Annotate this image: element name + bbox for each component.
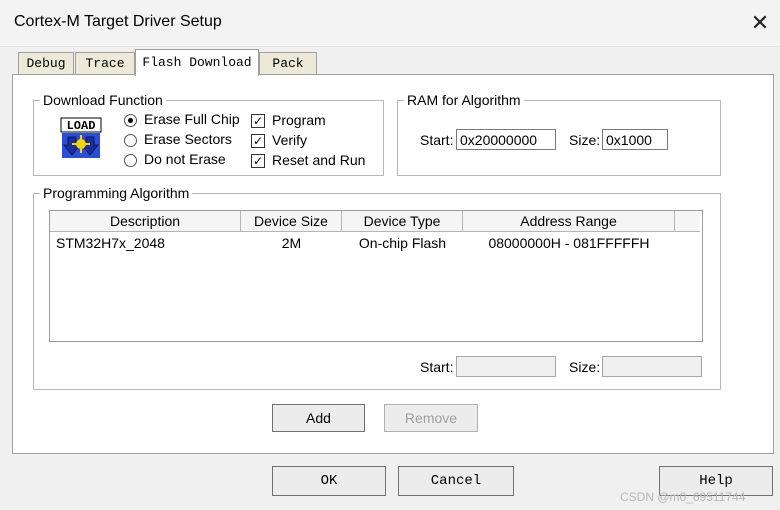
tab-debug[interactable]: Debug bbox=[18, 52, 74, 75]
tab-flash-download[interactable]: Flash Download bbox=[135, 49, 259, 76]
ram-start-label: Start: bbox=[420, 132, 454, 148]
reset-and-run-checkbox[interactable]: ✓ bbox=[251, 154, 265, 168]
cell-device-type: On-chip Flash bbox=[358, 235, 447, 251]
load-icon-text: LOAD bbox=[67, 119, 96, 133]
ok-button[interactable]: OK bbox=[272, 466, 386, 496]
algo-size-label: Size: bbox=[569, 359, 601, 375]
programming-algorithm-legend: Programming Algorithm bbox=[40, 185, 193, 201]
algo-start-label: Start: bbox=[420, 359, 454, 375]
window-title: Cortex-M Target Driver Setup bbox=[14, 13, 222, 30]
ram-size-input[interactable]: 0x1000 bbox=[602, 129, 668, 150]
erase-full-chip-label: Erase Full Chip bbox=[144, 111, 240, 127]
tab-pack[interactable]: Pack bbox=[259, 52, 317, 75]
algorithm-list[interactable]: Description Device Size Device Type Addr… bbox=[49, 210, 703, 342]
erase-sectors-radio[interactable] bbox=[124, 134, 137, 147]
reset-and-run-label: Reset and Run bbox=[272, 152, 366, 168]
ram-size-label: Size: bbox=[569, 132, 601, 148]
verify-checkbox[interactable]: ✓ bbox=[251, 134, 265, 148]
column-filler bbox=[675, 211, 700, 232]
algo-size-input[interactable] bbox=[602, 356, 702, 377]
column-device-size[interactable]: Device Size bbox=[241, 211, 342, 232]
column-address-range[interactable]: Address Range bbox=[463, 211, 675, 232]
remove-button[interactable]: Remove bbox=[384, 404, 478, 432]
ram-start-input[interactable]: 0x20000000 bbox=[456, 129, 556, 150]
column-device-type[interactable]: Device Type bbox=[342, 211, 463, 232]
download-function-legend: Download Function bbox=[40, 92, 166, 108]
cell-device-size: 2M bbox=[281, 235, 302, 251]
tab-trace[interactable]: Trace bbox=[75, 52, 135, 75]
column-description[interactable]: Description bbox=[50, 211, 241, 232]
program-label: Program bbox=[272, 112, 326, 128]
table-row[interactable]: STM32H7x_2048 2M On-chip Flash 08000000H… bbox=[50, 233, 700, 253]
verify-label: Verify bbox=[272, 132, 308, 148]
program-checkbox[interactable]: ✓ bbox=[251, 114, 265, 128]
add-button[interactable]: Add bbox=[272, 404, 365, 432]
load-icon: LOAD bbox=[60, 117, 102, 159]
cell-description: STM32H7x_2048 bbox=[56, 235, 165, 251]
cancel-button[interactable]: Cancel bbox=[398, 466, 514, 496]
close-icon[interactable]: ✕ bbox=[746, 10, 774, 36]
do-not-erase-label: Do not Erase bbox=[144, 151, 226, 167]
ram-legend: RAM for Algorithm bbox=[404, 92, 524, 108]
do-not-erase-radio[interactable] bbox=[124, 154, 137, 167]
cell-address-range: 08000000H - 081FFFFFH bbox=[488, 235, 650, 251]
watermark: CSDN @m0_69511744 bbox=[620, 490, 746, 504]
erase-full-chip-radio[interactable] bbox=[124, 114, 137, 127]
erase-sectors-label: Erase Sectors bbox=[144, 131, 232, 147]
algo-start-input[interactable] bbox=[456, 356, 556, 377]
